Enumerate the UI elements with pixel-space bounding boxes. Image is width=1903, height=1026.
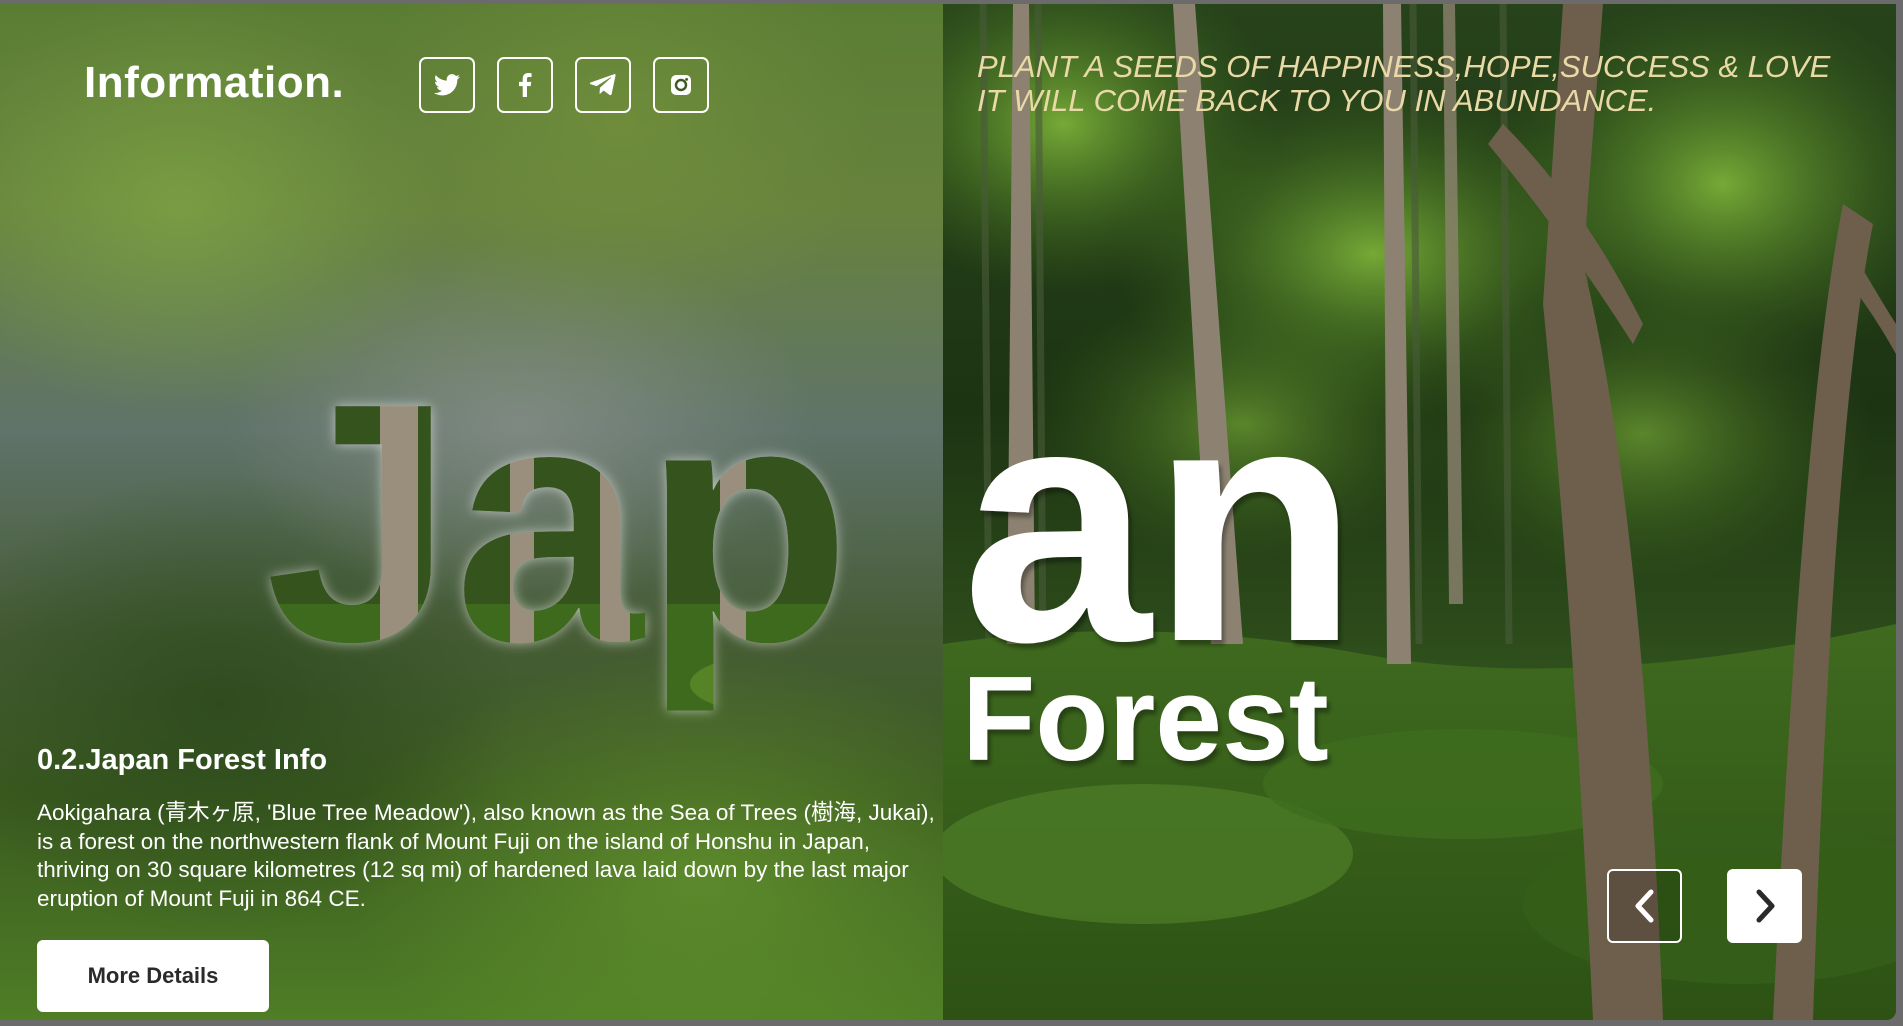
twitter-button[interactable] xyxy=(419,57,475,113)
instagram-button[interactable] xyxy=(653,57,709,113)
next-slide-button[interactable] xyxy=(1727,869,1802,943)
brand-title: Information. xyxy=(84,58,345,107)
telegram-icon xyxy=(590,74,616,96)
chevron-right-icon xyxy=(1756,889,1774,923)
prev-slide-button[interactable] xyxy=(1607,869,1682,943)
info-title: 0.2.Japan Forest Info xyxy=(37,744,328,776)
quote-text: PLANT A SEEDS OF HAPPINESS,HOPE,SUCCESS … xyxy=(977,50,1830,118)
more-details-button[interactable]: More Details xyxy=(37,940,269,1012)
facebook-icon xyxy=(519,73,532,97)
info-description: Aokigahara (青木ヶ原, 'Blue Tree Meadow'), a… xyxy=(37,800,935,911)
quote-line-2: IT WILL COME BACK TO YOU IN ABUNDANCE. xyxy=(977,83,1657,118)
facebook-button[interactable] xyxy=(497,57,553,113)
telegram-button[interactable] xyxy=(575,57,631,113)
instagram-icon xyxy=(671,75,691,95)
chevron-left-icon xyxy=(1635,889,1653,923)
forest-photo xyxy=(943,4,1896,1020)
app-frame: Jap an Forest Information. PLANT A SEEDS… xyxy=(0,4,1896,1020)
twitter-icon xyxy=(434,74,460,96)
social-links xyxy=(419,57,709,113)
quote-line-1: PLANT A SEEDS OF HAPPINESS,HOPE,SUCCESS … xyxy=(977,49,1831,84)
